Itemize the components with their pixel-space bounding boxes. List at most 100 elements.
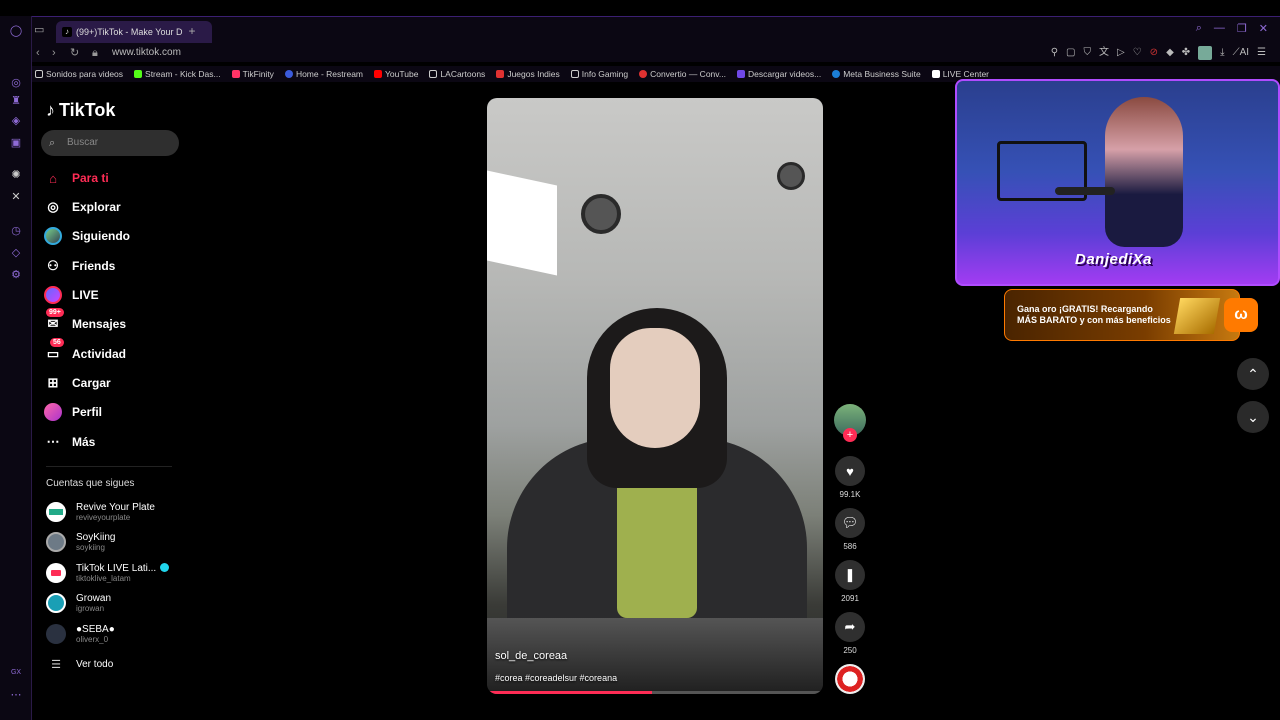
like-button[interactable]: ♥ 99.1K: [833, 456, 867, 499]
next-video-button[interactable]: ⌄: [1237, 401, 1269, 433]
video-progress-bar[interactable]: [487, 691, 823, 694]
music-disc-button[interactable]: [833, 664, 867, 694]
youtube-icon: [374, 70, 383, 78]
tikfinity-icon: [231, 70, 240, 78]
minimize-icon[interactable]: —: [1214, 22, 1225, 35]
settings-icon[interactable]: ⚙: [9, 268, 23, 282]
url-field[interactable]: www.tiktok.com: [112, 46, 181, 60]
video-username[interactable]: sol_de_coreaa: [495, 650, 567, 662]
juegos-icon: [496, 70, 505, 78]
extensions-icon[interactable]: ◆: [1166, 46, 1174, 60]
creator-avatar-button[interactable]: +: [833, 404, 867, 442]
save-button[interactable]: ❚ 2091: [833, 560, 867, 603]
pinboard-icon[interactable]: ◇: [9, 246, 23, 260]
share-icon: ➦: [835, 612, 865, 642]
bookmark-item[interactable]: Meta Business Suite: [832, 66, 921, 82]
tab-menu-icon[interactable]: ▭: [34, 23, 44, 36]
chatgpt-icon[interactable]: ✺: [9, 168, 23, 182]
microphone: [1055, 187, 1115, 195]
see-all-link[interactable]: ☰ Ver todo: [46, 658, 113, 671]
history-icon[interactable]: ◷: [9, 224, 23, 238]
forward-icon[interactable]: ›: [52, 46, 56, 60]
more-rail-icon[interactable]: ⋯: [9, 688, 23, 702]
restream-icon: [284, 70, 293, 78]
snapshot-icon[interactable]: ▢: [1066, 46, 1075, 60]
new-tab-button[interactable]: +: [184, 21, 200, 41]
puzzle-icon[interactable]: ✤: [1182, 46, 1190, 60]
bookmark-item[interactable]: Juegos Indies: [496, 66, 560, 82]
promo-logo-icon[interactable]: ω: [1224, 298, 1258, 332]
share-button[interactable]: ➦ 250: [833, 612, 867, 655]
translate-icon[interactable]: 文: [1099, 46, 1109, 60]
vpn-icon[interactable]: ⛉: [1084, 46, 1092, 60]
adblock-icon[interactable]: ⊘: [1150, 46, 1158, 60]
nav-mensajes[interactable]: ✉ 99+ Mensajes: [44, 308, 126, 336]
previous-video-button[interactable]: ⌃: [1237, 358, 1269, 390]
meta-icon: [832, 70, 841, 78]
account-avatar: [46, 532, 66, 552]
x-icon[interactable]: ✕: [9, 190, 23, 204]
following-account[interactable]: Revive Your Plate reviveyourplate: [46, 502, 155, 522]
back-icon[interactable]: ‹: [36, 46, 40, 60]
comment-icon: 💬︎: [835, 508, 865, 538]
nav-cargar[interactable]: ⊞ Cargar: [44, 371, 111, 395]
bookmark-item[interactable]: Descargar videos...: [736, 66, 821, 82]
following-account[interactable]: ●SEBA● oliverx_0: [46, 624, 115, 644]
sidebar-divider: [46, 466, 172, 467]
bookmark-item[interactable]: Sonidos para videos: [35, 66, 123, 82]
pin-icon[interactable]: ⚲: [1051, 46, 1058, 60]
gold-bars-image: [1173, 298, 1221, 334]
comment-button[interactable]: 💬︎ 586: [833, 508, 867, 551]
nav-siguiendo[interactable]: Siguiendo: [44, 224, 130, 248]
close-icon[interactable]: ✕: [1259, 22, 1268, 35]
nav-actividad[interactable]: ▭ 56 Actividad: [44, 338, 126, 366]
video-hashtags[interactable]: #corea #coreadelsur #coreana: [495, 673, 617, 683]
bookmark-item[interactable]: TikFinity: [231, 66, 274, 82]
messages-badge: 99+: [46, 308, 64, 317]
maximize-icon[interactable]: ❐: [1237, 22, 1247, 35]
gx-icon[interactable]: GX: [9, 666, 23, 680]
tiktok-logo[interactable]: ♪ TikTok: [46, 100, 115, 121]
menu-icon[interactable]: ☰: [1257, 46, 1266, 60]
nav-mas[interactable]: ⋯ Más: [44, 430, 96, 454]
nav-para-ti[interactable]: ⌂ Para ti: [44, 166, 109, 190]
ceiling-vent: [581, 194, 621, 234]
mail-icon[interactable]: ▣: [9, 136, 23, 150]
aria-ai-button[interactable]: ⟋AI: [1233, 46, 1249, 60]
tab-bar: ▭ ♪ (99+)TikTok - Make Your D +: [32, 16, 1280, 44]
promo-banner[interactable]: Gana oro ¡GRATIS! Recargando MÁS BARATO …: [1004, 289, 1240, 341]
folder-icon: [570, 70, 579, 78]
lock-icon: 🔒︎: [92, 47, 98, 59]
bookmark-item[interactable]: LACartoons: [429, 66, 485, 82]
reload-icon[interactable]: ↻: [70, 46, 79, 60]
messenger-icon[interactable]: ◈: [9, 114, 23, 128]
heart-icon[interactable]: ♡: [1133, 46, 1142, 60]
nav-friends[interactable]: ⚇ Friends: [44, 254, 115, 278]
bookmark-item[interactable]: Info Gaming: [570, 66, 628, 82]
upload-icon: ⊞: [47, 375, 59, 390]
twitch-icon[interactable]: ♜: [9, 94, 23, 108]
streamer-figure: [1105, 97, 1183, 247]
bookmark-item[interactable]: Home - Restream: [284, 66, 363, 82]
nav-explorar[interactable]: ◎ Explorar: [44, 195, 120, 219]
like-count: 99.1K: [839, 490, 861, 499]
following-account[interactable]: SoyKiing soykiing: [46, 532, 115, 552]
bookmark-item[interactable]: Convertio — Conv...: [639, 66, 726, 82]
live-avatar: [44, 286, 62, 304]
search-tabs-icon[interactable]: ⌕: [1196, 22, 1202, 35]
video-player[interactable]: sol_de_coreaa #corea #coreadelsur #corea…: [487, 98, 823, 694]
bookmark-item[interactable]: YouTube: [374, 66, 418, 82]
aria-icon[interactable]: ◎: [9, 76, 23, 90]
following-account[interactable]: TikTok LIVE Lati... tiktoklive_latam: [46, 563, 170, 583]
opera-logo-icon[interactable]: ◯: [9, 24, 23, 38]
profile-avatar[interactable]: [1198, 46, 1213, 60]
download-icon[interactable]: ⤓: [1220, 46, 1224, 60]
follow-plus-icon[interactable]: +: [843, 428, 857, 442]
list-icon: ☰: [51, 659, 61, 671]
search-input[interactable]: ⌕ Buscar: [41, 130, 179, 156]
following-account[interactable]: Growan igrowan: [46, 593, 111, 613]
nav-perfil[interactable]: Perfil: [44, 400, 102, 424]
play-icon[interactable]: ▷: [1117, 46, 1125, 60]
nav-live[interactable]: LIVE: [44, 283, 99, 307]
bookmark-item[interactable]: Stream - Kick Das...: [134, 66, 221, 82]
